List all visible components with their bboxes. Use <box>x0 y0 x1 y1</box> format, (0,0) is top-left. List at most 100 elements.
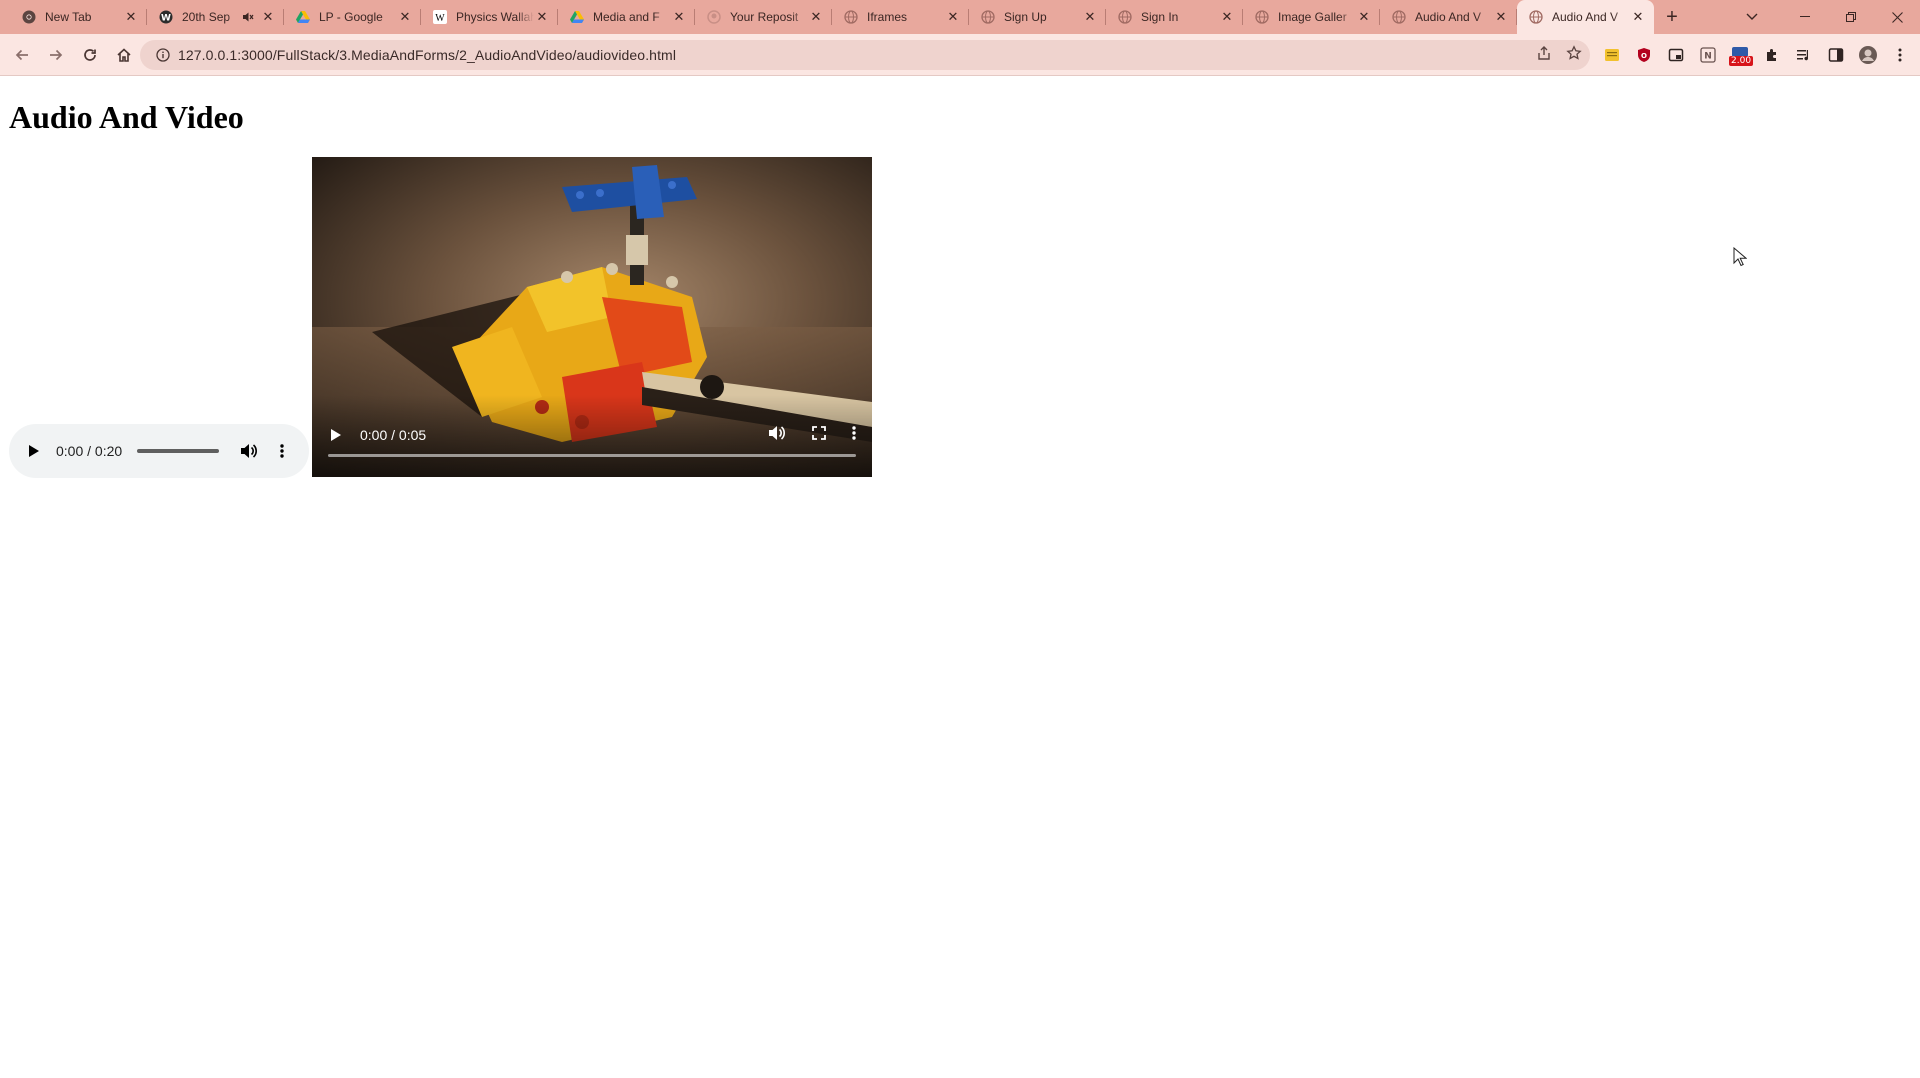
mouse-cursor-icon <box>1733 247 1747 267</box>
reload-icon <box>84 48 96 61</box>
tab-title: Image Galler <box>1278 10 1347 24</box>
globe-icon <box>1529 10 1543 24</box>
close-window-button[interactable] <box>1874 0 1920 34</box>
globe-icon <box>1392 10 1406 24</box>
tab-lp-google[interactable]: LP - Google ✕ <box>284 0 421 34</box>
google-drive-icon <box>570 10 584 24</box>
shield-icon[interactable]: O <box>1628 39 1660 71</box>
google-drive-icon <box>296 10 310 24</box>
play-icon[interactable] <box>28 444 42 458</box>
tab-20th-sep[interactable]: W 20th Sep ✕ <box>147 0 284 34</box>
chevron-down-icon <box>1746 13 1758 20</box>
wikipedia-icon: W <box>433 10 447 24</box>
play-icon[interactable] <box>330 427 346 443</box>
audio-progress-slider[interactable] <box>137 449 220 453</box>
minimize-icon <box>1800 16 1810 17</box>
close-icon[interactable]: ✕ <box>397 9 413 25</box>
restore-icon <box>1846 12 1856 22</box>
counter-extension-icon[interactable]: 2.00 <box>1724 39 1756 71</box>
close-icon[interactable]: ✕ <box>1630 9 1646 25</box>
tab-title: Audio And V <box>1415 10 1482 24</box>
globe-dark-icon: W <box>159 10 173 24</box>
tab-title: LP - Google <box>319 10 383 24</box>
restore-button[interactable] <box>1828 0 1874 34</box>
video-progress-slider[interactable] <box>328 454 856 457</box>
sticky-note-icon[interactable] <box>1596 39 1628 71</box>
close-icon[interactable]: ✕ <box>1356 9 1372 25</box>
arrow-right-icon <box>50 49 63 60</box>
menu-dots-icon[interactable] <box>1884 39 1916 71</box>
picture-in-picture-icon[interactable] <box>1660 39 1692 71</box>
tab-search-button[interactable] <box>1734 0 1770 34</box>
close-icon[interactable]: ✕ <box>123 9 139 25</box>
tab-audio-and-video-1[interactable]: Audio And V ✕ <box>1380 0 1517 34</box>
close-icon[interactable]: ✕ <box>945 9 961 25</box>
audio-player[interactable]: 0:00 / 0:20 <box>9 424 309 478</box>
minimize-button[interactable] <box>1782 0 1828 34</box>
close-icon[interactable]: ✕ <box>808 9 824 25</box>
tab-media-and-forms[interactable]: Media and F ✕ <box>558 0 695 34</box>
volume-icon[interactable] <box>240 443 260 459</box>
tab-title: New Tab <box>45 10 92 24</box>
media-queue-icon[interactable] <box>1788 39 1820 71</box>
globe-icon <box>1118 10 1132 24</box>
reload-button[interactable] <box>74 39 106 71</box>
extension-badge: 2.00 <box>1729 56 1754 66</box>
page-title: Audio And Video <box>9 99 244 135</box>
tab-audio-and-video-active[interactable]: Audio And V ✕ <box>1517 0 1654 34</box>
close-icon <box>1891 11 1903 23</box>
tabs-container: New Tab ✕ W 20th Sep ✕ LP - Google ✕ W P… <box>0 0 1690 34</box>
speaker-muted-icon[interactable] <box>242 11 254 23</box>
tab-iframes[interactable]: Iframes ✕ <box>832 0 969 34</box>
tab-title: 20th Sep <box>182 10 231 24</box>
close-icon[interactable]: ✕ <box>534 9 550 25</box>
arrow-left-icon <box>15 49 28 60</box>
tab-new-tab[interactable]: New Tab ✕ <box>10 0 147 34</box>
address-bar[interactable]: 127.0.0.1:3000/FullStack/3.MediaAndForms… <box>140 40 1590 70</box>
home-icon <box>117 47 131 62</box>
audio-time: 0:00 / 0:20 <box>56 443 123 459</box>
back-button[interactable] <box>6 39 38 71</box>
close-icon[interactable]: ✕ <box>1219 9 1235 25</box>
url-text: 127.0.0.1:3000/FullStack/3.MediaAndForms… <box>178 47 677 63</box>
close-icon[interactable]: ✕ <box>671 9 687 25</box>
close-icon[interactable]: ✕ <box>1493 9 1509 25</box>
forward-button[interactable] <box>40 39 72 71</box>
profile-avatar-icon[interactable] <box>1852 39 1884 71</box>
puzzle-icon[interactable] <box>1756 39 1788 71</box>
tab-your-repositories[interactable]: Your Reposit ✕ <box>695 0 832 34</box>
tab-strip: New Tab ✕ W 20th Sep ✕ LP - Google ✕ W P… <box>0 0 1920 34</box>
volume-icon[interactable] <box>768 425 786 446</box>
tab-sign-in[interactable]: Sign In ✕ <box>1106 0 1243 34</box>
close-icon[interactable]: ✕ <box>260 9 276 25</box>
info-icon[interactable] <box>148 48 178 62</box>
extensions-row: O N 2.00 <box>1596 34 1916 76</box>
github-icon <box>707 10 721 24</box>
more-options-icon[interactable] <box>852 425 856 446</box>
close-icon[interactable]: ✕ <box>1082 9 1098 25</box>
tab-title: Media and F <box>593 10 660 24</box>
tab-physics-wallah[interactable]: W Physics Wallah ✕ <box>421 0 558 34</box>
tab-title: Physics Wallah <box>456 10 534 24</box>
home-button[interactable] <box>108 39 140 71</box>
more-options-icon[interactable] <box>274 443 290 459</box>
video-player[interactable]: 0:00 / 0:05 <box>312 157 872 477</box>
svg-text:N: N <box>1704 52 1712 62</box>
globe-icon <box>1255 10 1269 24</box>
new-tab-button[interactable]: + <box>1654 0 1690 34</box>
sidebar-icon[interactable] <box>1820 39 1852 71</box>
bookmark-star-icon[interactable] <box>1566 44 1582 66</box>
fullscreen-icon[interactable] <box>812 425 826 445</box>
share-icon[interactable] <box>1536 45 1552 66</box>
svg-text:O: O <box>1641 52 1647 60</box>
window-controls <box>1782 0 1920 34</box>
tab-title: Your Reposit <box>730 10 799 24</box>
tab-title: Sign In <box>1141 10 1179 24</box>
tab-sign-up[interactable]: Sign Up ✕ <box>969 0 1106 34</box>
svg-text:W: W <box>161 14 171 24</box>
translate-icon[interactable]: N <box>1692 39 1724 71</box>
globe-icon <box>844 10 858 24</box>
tab-image-gallery[interactable]: Image Galler ✕ <box>1243 0 1380 34</box>
globe-icon <box>981 10 995 24</box>
video-controls-right <box>768 425 856 446</box>
